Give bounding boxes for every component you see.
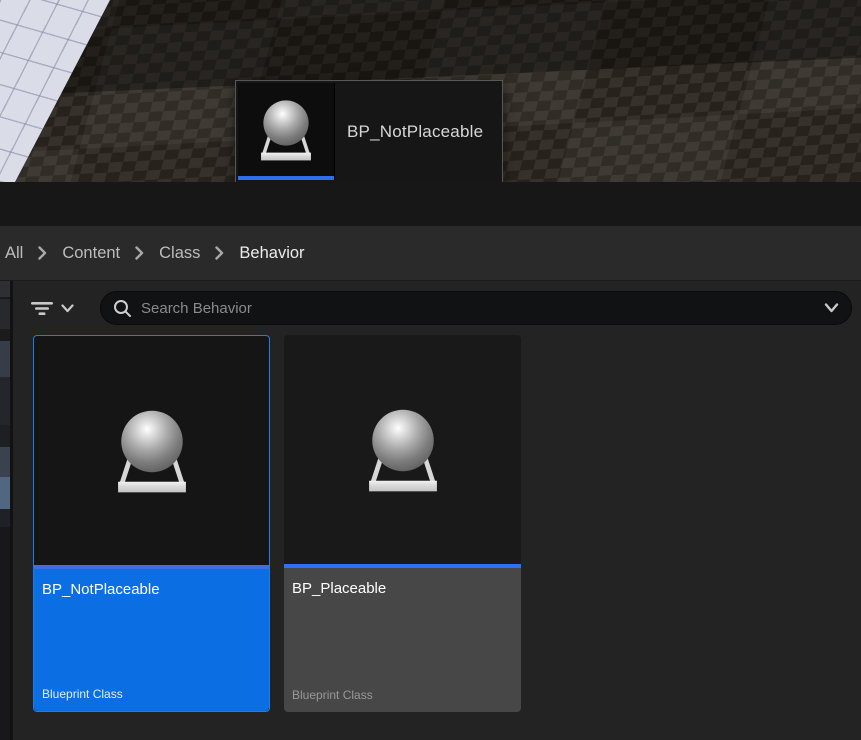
- unreal-editor-screen: BP_NotPlaceable All Content Class Behavi…: [0, 0, 861, 740]
- sphere-thumbnail-icon: [99, 397, 205, 505]
- filter-button[interactable]: [30, 293, 92, 323]
- asset-type-label: Blueprint Class: [42, 687, 261, 701]
- asset-thumbnail: [34, 336, 269, 565]
- chevron-right-icon: [135, 246, 144, 260]
- asset-tile-bp-notplaceable[interactable]: BP_NotPlaceable Blueprint Class: [33, 335, 270, 712]
- breadcrumb-item-content[interactable]: Content: [62, 244, 120, 263]
- panel-divider[interactable]: [10, 281, 13, 740]
- search-icon: [113, 299, 132, 318]
- drag-asset-thumbnail: [238, 83, 335, 180]
- content-browser-panel: BP_NotPlaceable Blueprint Class BP_Place…: [0, 281, 861, 740]
- sphere-thumbnail-icon: [350, 396, 456, 504]
- left-panel-edge: [0, 281, 10, 740]
- chevron-right-icon: [215, 246, 224, 260]
- chevron-down-icon: [61, 304, 74, 313]
- search-row: [13, 281, 861, 335]
- asset-type-label: Blueprint Class: [292, 688, 513, 702]
- blueprint-color-bar: [238, 176, 334, 180]
- search-options-chevron-icon[interactable]: [824, 303, 839, 313]
- breadcrumb: All Content Class Behavior: [0, 226, 861, 281]
- filter-icon: [30, 298, 54, 318]
- asset-grid: BP_NotPlaceable Blueprint Class BP_Place…: [33, 335, 521, 712]
- breadcrumb-item-all[interactable]: All: [5, 244, 23, 263]
- search-box[interactable]: [100, 291, 852, 325]
- asset-name: BP_NotPlaceable: [42, 581, 261, 598]
- search-input[interactable]: [141, 300, 824, 317]
- asset-info: BP_Placeable Blueprint Class: [284, 568, 521, 712]
- drag-asset-tooltip[interactable]: BP_NotPlaceable: [235, 80, 503, 182]
- asset-info: BP_NotPlaceable Blueprint Class: [34, 569, 269, 711]
- level-viewport[interactable]: BP_NotPlaceable: [0, 0, 861, 182]
- sphere-thumbnail-icon: [247, 90, 325, 170]
- asset-tile-bp-placeable[interactable]: BP_Placeable Blueprint Class: [284, 335, 521, 712]
- drag-asset-name: BP_NotPlaceable: [335, 83, 500, 180]
- breadcrumb-item-class[interactable]: Class: [159, 244, 200, 263]
- asset-thumbnail: [284, 335, 521, 564]
- breadcrumb-item-behavior[interactable]: Behavior: [239, 244, 304, 263]
- asset-name: BP_Placeable: [292, 580, 513, 597]
- chevron-right-icon: [38, 246, 47, 260]
- panel-spacer-bar: [0, 182, 861, 226]
